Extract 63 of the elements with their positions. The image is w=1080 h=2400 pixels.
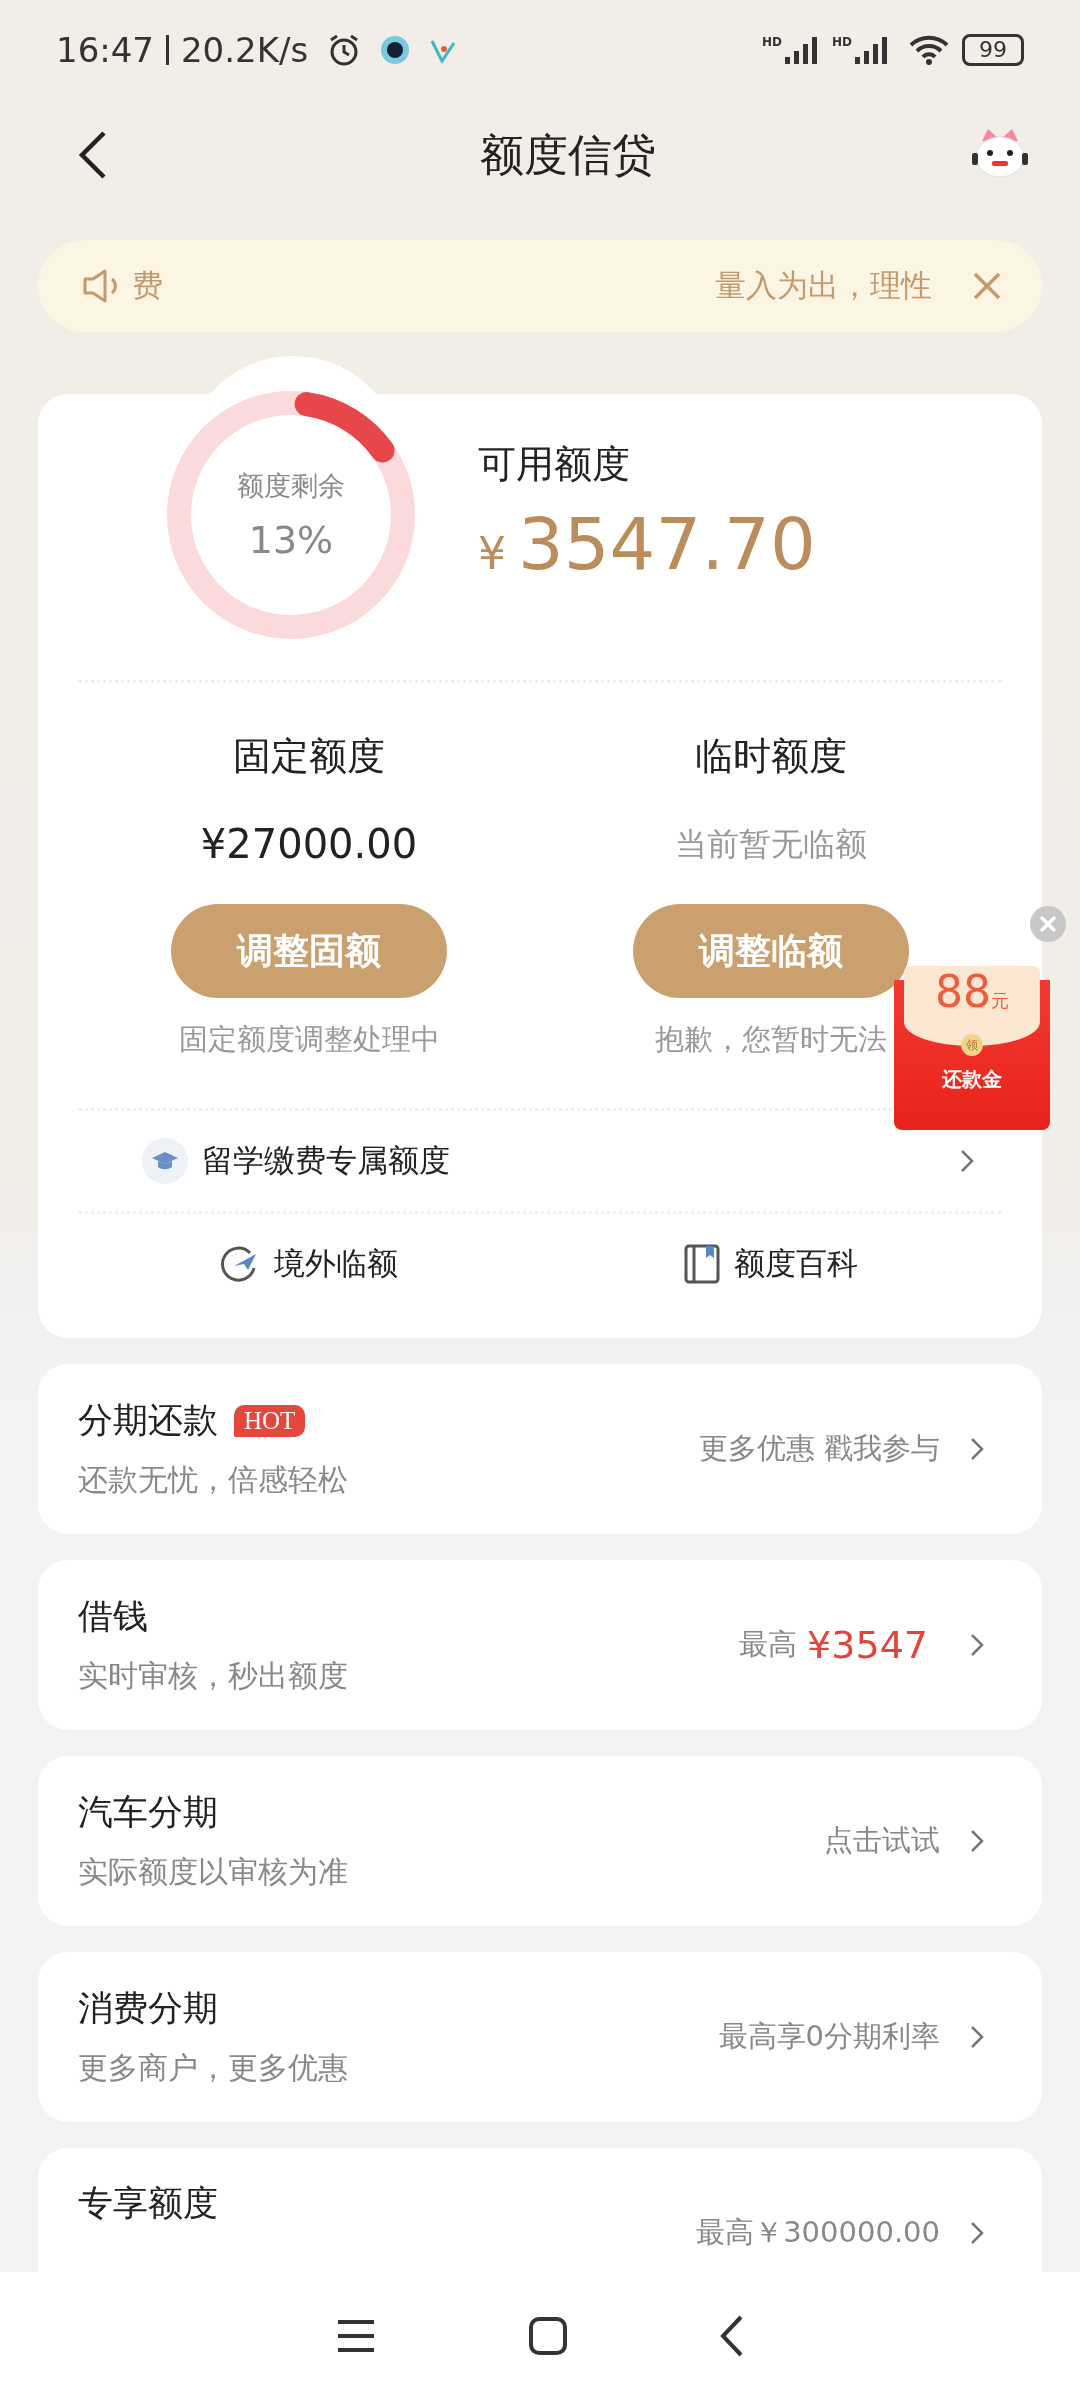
- reward-envelope[interactable]: 88 元 领 还款金: [894, 966, 1050, 1130]
- battery-indicator: 99: [962, 34, 1024, 66]
- product-title: 借钱: [78, 1595, 148, 1638]
- reward-amount: 88: [935, 966, 991, 1017]
- menu-icon[interactable]: [336, 2319, 377, 2353]
- currency-symbol: ¥: [478, 527, 506, 579]
- product-card[interactable]: 汽车分期 实际额度以审核为准 点击试试: [38, 1756, 1042, 1926]
- ring-percent: 13%: [248, 518, 334, 562]
- chevron-right-icon: [970, 1633, 984, 1657]
- product-hint: 更多优惠 戳我参与: [698, 1430, 940, 1467]
- signal-icon: [784, 35, 820, 65]
- ring-label: 额度剩余: [237, 469, 345, 503]
- special-quota-link[interactable]: 留学缴费专属额度: [202, 1140, 450, 1182]
- reward-unit: 元: [991, 989, 1009, 1013]
- app-icon: [380, 35, 411, 65]
- hd-label: HD: [761, 35, 782, 49]
- product-card[interactable]: 分期还款 HOT 还款无忧，倍感轻松 更多优惠 戳我参与: [38, 1364, 1042, 1534]
- available-amount: 3547.70: [518, 501, 816, 586]
- quota-note: 抱歉，您暂时无法: [655, 1021, 887, 1058]
- quota-note: 固定额度调整处理中: [178, 1021, 440, 1058]
- product-hint: 最高￥300000.00: [696, 2214, 940, 2251]
- quota-title: 固定额度: [233, 733, 385, 780]
- back-icon[interactable]: [78, 130, 108, 180]
- notice-text: 费: [132, 266, 163, 305]
- reward-label: 还款金: [942, 1066, 1002, 1093]
- product-title: 专享额度: [78, 2181, 218, 2225]
- product-hint: 最高享0分期利率: [718, 2018, 940, 2055]
- back-icon[interactable]: [719, 2315, 744, 2357]
- notice-text: 量入为出，理性: [715, 266, 932, 305]
- quota-value: ¥27000.00: [200, 820, 418, 869]
- product-card[interactable]: 消费分期 更多商户，更多优惠 最高享0分期利率: [38, 1952, 1042, 2122]
- quota-value: 当前暂无临额: [675, 824, 867, 865]
- product-hint: 最高: [739, 1626, 798, 1663]
- wifi-icon: [908, 34, 950, 66]
- book-icon: [684, 1244, 720, 1284]
- product-hint: 点击试试: [824, 1822, 940, 1859]
- product-subtitle: 实际额度以审核为准: [78, 1853, 349, 1891]
- quota-title: 临时额度: [695, 733, 847, 780]
- signal-icon: [854, 35, 890, 65]
- chevron-right-icon: [970, 1829, 984, 1853]
- hd-label: HD: [832, 35, 852, 49]
- page-title: 额度信贷: [480, 127, 656, 182]
- quick-link[interactable]: 额度百科: [540, 1214, 1002, 1314]
- max-amount: ¥3547: [807, 1623, 928, 1667]
- product-title: 分期还款: [78, 1399, 218, 1442]
- product-title: 消费分期: [78, 1987, 218, 2030]
- product-card[interactable]: 借钱 实时审核，秒出额度 最高 ¥3547: [38, 1560, 1042, 1730]
- hot-badge: HOT: [234, 1404, 306, 1437]
- chevron-right-icon: [970, 1437, 984, 1461]
- chevron-right-icon: [970, 2025, 984, 2049]
- chevron-right-icon: [960, 1149, 974, 1173]
- product-subtitle: 实时审核，秒出额度: [78, 1657, 349, 1695]
- available-label: 可用额度: [478, 440, 631, 488]
- product-card[interactable]: 专享额度 最高￥300000.00: [38, 2148, 1042, 2272]
- product-subtitle: 还款无忧，倍感轻松: [78, 1461, 349, 1499]
- product-subtitle: 更多商户，更多优惠: [78, 2049, 349, 2087]
- quick-link[interactable]: 境外临额: [78, 1214, 540, 1314]
- status-time: 16:47: [56, 30, 154, 70]
- network-speed: 20.2K/s: [181, 30, 309, 70]
- product-title: 汽车分期: [78, 1791, 218, 1834]
- graduation-cap-icon: [142, 1138, 188, 1184]
- chevron-right-icon: [970, 2221, 984, 2245]
- home-icon[interactable]: [529, 2317, 567, 2355]
